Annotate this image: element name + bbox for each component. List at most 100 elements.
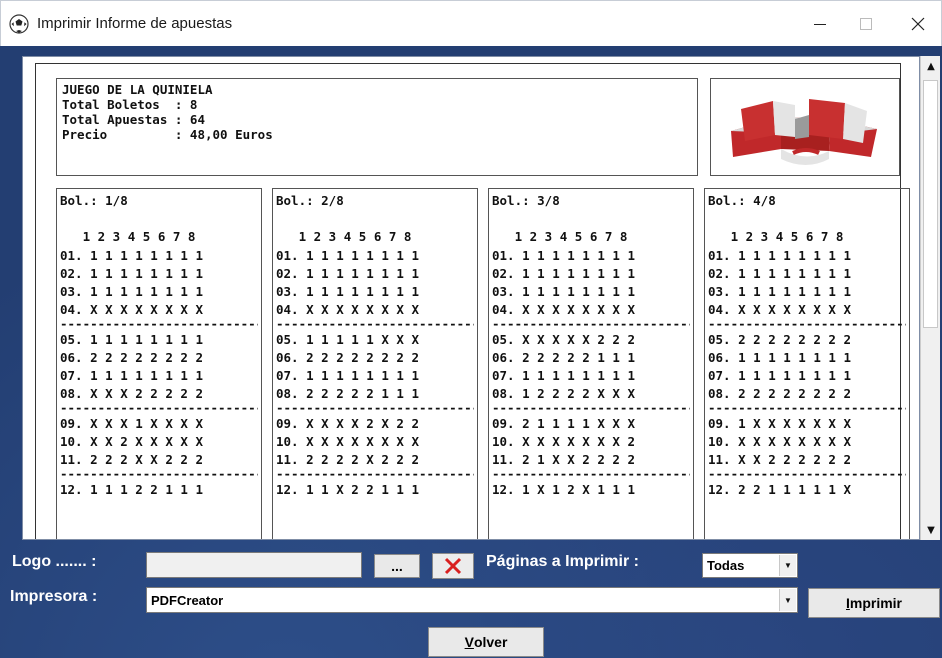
back-button[interactable]: Volver (428, 627, 544, 657)
header-line: JUEGO DE LA QUINIELA (62, 82, 213, 97)
ticket-row: 12. 1 1 1 2 2 1 1 1 (60, 482, 203, 497)
ticket-separator: ------------------------------ (276, 319, 474, 331)
back-button-label: olver (473, 634, 508, 650)
ticket-label: Bol.: 1/8 (60, 193, 128, 208)
ticket-row: 01. 1 1 1 1 1 1 1 1 (708, 248, 851, 263)
ticket-row: 12. 2 2 1 1 1 1 1 X (708, 482, 851, 497)
scrollbar-thumb[interactable] (923, 80, 938, 328)
back-button-mnemonic: V (464, 634, 474, 650)
ticket-4: Bol.: 4/8 1 2 3 4 5 6 7 8 01. 1 1 1 1 1 … (704, 188, 910, 539)
print-button[interactable]: Imprimir (808, 588, 940, 618)
ticket-row: 04. X X X X X X X X (60, 302, 203, 317)
scroll-up-button[interactable]: ▲ (921, 56, 941, 76)
ticket-row: 08. 1 2 2 2 2 X X X (492, 386, 635, 401)
ticket-row: 06. 2 2 2 2 2 2 2 2 (276, 350, 419, 365)
ticket-row: 09. 2 1 1 1 1 X X X (492, 416, 635, 431)
minimize-button[interactable] (797, 1, 843, 47)
ticket-row: 09. 1 X X X X X X X (708, 416, 851, 431)
ticket-rows: 01. 1 1 1 1 1 1 1 1 02. 1 1 1 1 1 1 1 1 … (276, 247, 474, 499)
ticket-row: 10. X X X X X X X 2 (492, 434, 635, 449)
ticket-separator: ------------------------------ (60, 469, 258, 481)
ticket-row: 05. 1 1 1 1 1 1 1 1 (60, 332, 203, 347)
ticket-rows: 01. 1 1 1 1 1 1 1 1 02. 1 1 1 1 1 1 1 1 … (60, 247, 258, 499)
ticket-row: 09. X X X X 2 X 2 2 (276, 416, 419, 431)
ticket-row: 07. 1 1 1 1 1 1 1 1 (60, 368, 203, 383)
ticket-column-header: 1 2 3 4 5 6 7 8 (492, 229, 628, 244)
quiniela-logo (731, 99, 877, 165)
printer-select-value: PDFCreator (151, 592, 224, 608)
ticket-row: 02. 1 1 1 1 1 1 1 1 (276, 266, 419, 281)
arrow-up-icon: ▲ (927, 60, 935, 72)
ticket-row: 02. 1 1 1 1 1 1 1 1 (60, 266, 203, 281)
ticket-row: 06. 2 2 2 2 2 2 2 2 (60, 350, 203, 365)
ticket-separator: ------------------------------ (492, 403, 690, 415)
scroll-down-button[interactable]: ▼ (921, 520, 941, 540)
ticket-separator: ------------------------------ (276, 403, 474, 415)
dropdown-arrow-icon: ▼ (779, 589, 796, 611)
ticket-row: 08. 2 2 2 2 2 2 2 2 (708, 386, 851, 401)
logo-box (710, 78, 900, 176)
ticket-separator: ------------------------------ (708, 403, 906, 415)
ticket-row: 05. X X X X X 2 2 2 (492, 332, 635, 347)
report-page: JUEGO DE LA QUINIELA Total Boletos : 8 T… (23, 57, 919, 539)
ticket-row: 03. 1 1 1 1 1 1 1 1 (492, 284, 635, 299)
ticket-1: Bol.: 1/8 1 2 3 4 5 6 7 8 01. 1 1 1 1 1 … (56, 188, 262, 539)
ticket-row: 12. 1 1 X 2 2 1 1 1 (276, 482, 419, 497)
ticket-label: Bol.: 4/8 (708, 193, 776, 208)
ticket-row: 02. 1 1 1 1 1 1 1 1 (492, 266, 635, 281)
ticket-label: Bol.: 2/8 (276, 193, 344, 208)
ticket-column-header: 1 2 3 4 5 6 7 8 (276, 229, 412, 244)
ticket-row: 03. 1 1 1 1 1 1 1 1 (708, 284, 851, 299)
printer-select[interactable]: PDFCreator ▼ (146, 587, 798, 613)
logo-path-input[interactable] (146, 552, 362, 578)
report-preview[interactable]: JUEGO DE LA QUINIELA Total Boletos : 8 T… (22, 56, 920, 540)
printer-label: Impresora : (10, 588, 98, 605)
pages-select[interactable]: Todas ▼ (702, 553, 798, 578)
report-header: JUEGO DE LA QUINIELA Total Boletos : 8 T… (56, 78, 698, 176)
ticket-rows: 01. 1 1 1 1 1 1 1 1 02. 1 1 1 1 1 1 1 1 … (708, 247, 906, 499)
pages-select-value: Todas (707, 558, 745, 573)
ticket-column-header: 1 2 3 4 5 6 7 8 (60, 229, 196, 244)
ticket-rows: 01. 1 1 1 1 1 1 1 1 02. 1 1 1 1 1 1 1 1 … (492, 247, 690, 499)
ticket-row: 10. X X X X X X X X (276, 434, 419, 449)
ticket-row: 04. X X X X X X X X (276, 302, 419, 317)
browse-button[interactable]: ... (374, 554, 420, 578)
close-button[interactable] (895, 1, 941, 47)
logo-label: Logo ....... : (12, 553, 97, 570)
clear-logo-button[interactable] (432, 553, 474, 579)
ticket-row: 01. 1 1 1 1 1 1 1 1 (60, 248, 203, 263)
arrow-down-icon: ▼ (927, 524, 935, 536)
maximize-icon (860, 18, 872, 30)
preview-scrollbar[interactable]: ▲ ▼ (920, 56, 940, 540)
ticket-separator: ------------------------------ (60, 403, 258, 415)
header-line: Total Boletos : 8 (62, 97, 198, 112)
maximize-button[interactable] (843, 1, 889, 47)
ticket-row: 11. 2 2 2 X X 2 2 2 (60, 452, 203, 467)
ticket-row: 08. X X X 2 2 2 2 2 (60, 386, 203, 401)
ticket-column-header: 1 2 3 4 5 6 7 8 (708, 229, 844, 244)
ticket-row: 07. 1 1 1 1 1 1 1 1 (492, 368, 635, 383)
ticket-label: Bol.: 3/8 (492, 193, 560, 208)
header-line: Total Apuestas : 64 (62, 112, 205, 127)
ticket-row: 10. X X 2 X X X X X (60, 434, 203, 449)
ticket-row: 10. X X X X X X X X (708, 434, 851, 449)
ticket-row: 02. 1 1 1 1 1 1 1 1 (708, 266, 851, 281)
ticket-row: 11. 2 1 X X 2 2 2 2 (492, 452, 635, 467)
ticket-separator: ------------------------------ (492, 319, 690, 331)
ticket-row: 06. 1 1 1 1 1 1 1 1 (708, 350, 851, 365)
print-button-label: mprimir (849, 595, 902, 611)
page-frame: JUEGO DE LA QUINIELA Total Boletos : 8 T… (35, 63, 910, 539)
ticket-separator: ------------------------------ (708, 319, 906, 331)
ticket-row: 08. 2 2 2 2 2 1 1 1 (276, 386, 419, 401)
ticket-row: 03. 1 1 1 1 1 1 1 1 (60, 284, 203, 299)
ticket-row: 05. 1 1 1 1 1 X X X (276, 332, 419, 347)
ticket-3: Bol.: 3/8 1 2 3 4 5 6 7 8 01. 1 1 1 1 1 … (488, 188, 694, 539)
ticket-separator: ------------------------------ (708, 469, 906, 481)
ticket-row: 04. X X X X X X X X (492, 302, 635, 317)
header-line: Precio : 48,00 Euros (62, 127, 273, 142)
ticket-row: 06. 2 2 2 2 2 1 1 1 (492, 350, 635, 365)
ticket-row: 03. 1 1 1 1 1 1 1 1 (276, 284, 419, 299)
close-icon (911, 17, 925, 31)
ticket-row: 04. X X X X X X X X (708, 302, 851, 317)
title-bar: Imprimir Informe de apuestas (0, 0, 942, 46)
